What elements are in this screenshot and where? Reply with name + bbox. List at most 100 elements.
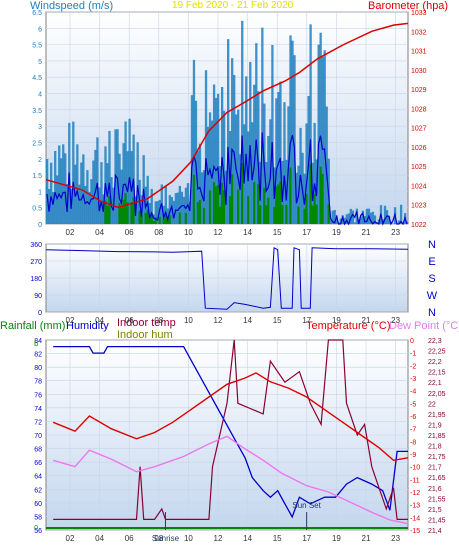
- wind-low-bar: [198, 199, 202, 224]
- indoor-temp-tick-label: 21,4: [428, 528, 442, 535]
- wind-gust-bar: [206, 126, 210, 224]
- wind-low-bar: [289, 167, 292, 224]
- wind-low-bar: [313, 193, 316, 224]
- outdoor-x-tick-label: 10: [184, 534, 193, 543]
- outdoor-right-tick-label: -7: [410, 427, 416, 434]
- direction-x-tick-label: 21: [362, 316, 371, 325]
- outdoor-right-tick-label: -10: [410, 465, 420, 472]
- wind-low-bar: [218, 206, 222, 224]
- wind-gust-bar: [82, 154, 85, 224]
- wind-gust-bar: [249, 61, 252, 225]
- outdoor-left-tick-label: 60: [34, 501, 42, 508]
- wind-low-bar: [152, 221, 155, 224]
- direction-compass-label: N: [428, 307, 436, 319]
- wind-left-tick-label: 4: [38, 92, 42, 99]
- outdoor-right-tick-label: -2: [410, 363, 416, 370]
- rainfall-top-tick: b: [34, 341, 38, 348]
- wind-low-bar: [148, 217, 151, 224]
- outdoor-right-tick-label: 0: [410, 338, 414, 345]
- wind-right-tick-label: 1023: [411, 203, 427, 210]
- wind-right-tick-label: 1033: [411, 10, 427, 17]
- outdoor-right-tick-label: -5: [410, 401, 416, 408]
- outdoor-x-tick-label: 06: [125, 534, 134, 543]
- weather-dashboard: Windspeed (m/s) 19 Feb 2020 - 21 Feb 202…: [0, 0, 459, 555]
- outdoor-left-tick-label: 70: [34, 433, 42, 440]
- direction-x-tick-label: 14: [243, 316, 252, 325]
- sunset-label: Sun Set: [292, 501, 321, 510]
- wind-low-bar: [231, 174, 234, 224]
- wind-gust-bar: [96, 137, 99, 224]
- wind-x-tick-label: 23: [391, 228, 400, 237]
- outdoor-right-tick-label: -14: [410, 515, 420, 522]
- wind-right-tick-label: 1024: [411, 183, 427, 190]
- wind-low-bar: [162, 218, 165, 224]
- wind-gust-bar: [136, 142, 139, 224]
- wind-right-tick-label: 1029: [411, 87, 427, 94]
- wind-gust-bar: [323, 50, 326, 225]
- wind-low-bar: [247, 196, 250, 224]
- wind-low-bar: [122, 199, 125, 224]
- wind-low-bar: [178, 212, 182, 224]
- indoor-temp-tick-label: 21,6: [428, 486, 442, 493]
- wind-gust-bar: [291, 40, 294, 224]
- wind-right-tick-label: 1030: [411, 68, 427, 75]
- wind-left-tick-label: 1.5: [32, 173, 42, 180]
- wind-low-bar: [315, 204, 318, 224]
- wind-low-bar: [158, 216, 161, 224]
- outdoor-left-tick-label: 72: [34, 419, 42, 426]
- direction-compass-label: S: [428, 273, 435, 285]
- wind-low-bar: [208, 190, 212, 224]
- direction-left-tick-label: 270: [30, 259, 42, 266]
- wind-left-tick-label: 3: [38, 124, 42, 131]
- wind-low-bar: [273, 207, 276, 224]
- wind-left-tick-label: 6: [38, 26, 42, 33]
- outdoor-right-tick-label: -13: [410, 503, 420, 510]
- outdoor-x-tick-label: 14: [243, 534, 252, 543]
- wind-low-bar: [144, 212, 147, 224]
- wind-gust-bar: [46, 158, 49, 224]
- direction-compass-label: E: [428, 256, 435, 268]
- direction-compass-label: N: [428, 239, 436, 251]
- wind-low-bar: [212, 182, 216, 224]
- wind-gust-bar: [283, 102, 286, 224]
- wind-low-bar: [303, 208, 306, 224]
- outdoor-right-tick-label: -9: [410, 452, 416, 459]
- wind-low-bar: [120, 207, 123, 224]
- wind-gust-bar: [54, 150, 57, 224]
- outdoor-x-tick-label: 02: [66, 534, 75, 543]
- indoor-temp-tick-label: 21,75: [428, 454, 446, 461]
- direction-left-tick-label: 0: [38, 310, 42, 317]
- rainfall-bottom-tick: 0: [34, 525, 38, 532]
- direction-x-tick-label: 06: [125, 316, 134, 325]
- wind-x-tick-label: 04: [95, 228, 104, 237]
- outdoor-x-tick-label: 12: [214, 534, 223, 543]
- outdoor-left-tick-label: 68: [34, 447, 42, 454]
- indoor-temp-tick-label: 22,1: [428, 380, 442, 387]
- wind-gust-bar: [351, 210, 354, 224]
- wind-low-bar: [214, 186, 218, 224]
- outdoor-left-tick-label: 80: [34, 365, 42, 372]
- wind-gust-bar: [261, 27, 264, 225]
- wind-x-tick-label: 10: [184, 228, 193, 237]
- wind-low-bar: [130, 202, 133, 224]
- wind-gust-bar: [271, 45, 274, 224]
- wind-gust-bar: [174, 193, 178, 224]
- wind-gust-bar: [58, 145, 61, 224]
- direction-left-tick-label: 180: [30, 276, 42, 283]
- wind-left-tick-label: 5: [38, 59, 42, 66]
- wind-left-tick-label: 0: [38, 222, 42, 229]
- wind-left-tick-label: 4.5: [32, 75, 42, 82]
- wind-right-tick-label: 1032: [411, 29, 427, 36]
- wind-gust-bar: [64, 153, 67, 224]
- outdoor-x-tick-label: 17: [302, 534, 311, 543]
- indoor-temp-tick-label: 21,55: [428, 496, 446, 503]
- wind-gust-bar: [317, 44, 320, 225]
- wind-low-bar: [265, 205, 268, 224]
- outdoor-right-tick-label: -8: [410, 439, 416, 446]
- indoor-temp-tick-label: 21,8: [428, 444, 442, 451]
- direction-x-tick-label: 17: [302, 316, 311, 325]
- direction-left-tick-label: 90: [34, 293, 42, 300]
- wind-low-bar: [229, 196, 232, 224]
- outdoor-left-tick-label: 82: [34, 352, 42, 359]
- indoor-temp-tick-label: 21,9: [428, 422, 442, 429]
